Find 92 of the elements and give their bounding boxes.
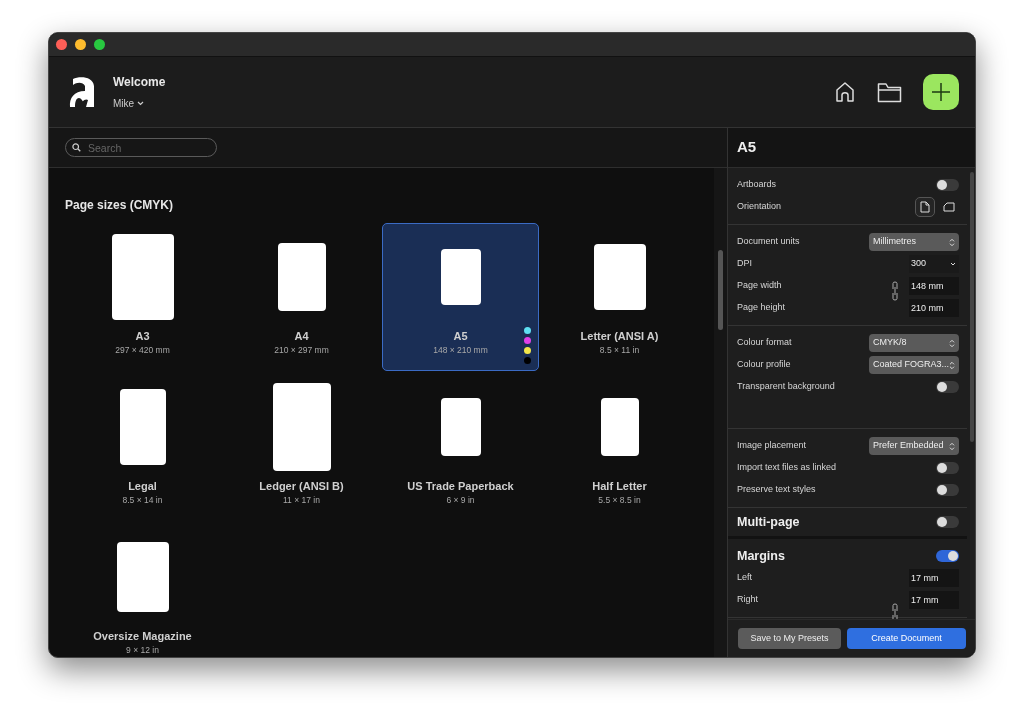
setting-label: Import text files as linked (737, 461, 837, 475)
preset-card[interactable]: A5 148 × 210 mm (382, 223, 539, 371)
preset-size: 8.5 × 14 in (122, 494, 163, 506)
preset-name: US Trade Paperback (407, 480, 514, 493)
value-field[interactable]: 17 mm (909, 591, 959, 609)
toggle-switch[interactable] (936, 550, 959, 562)
setting-label: Colour profile (737, 358, 791, 372)
page-thumbnail (593, 244, 646, 310)
setting-label: Transparent background (737, 380, 835, 394)
preset-card[interactable]: Half Letter 5.5 × 8.5 in (541, 373, 698, 521)
stepper-icon (949, 237, 955, 247)
chevron-icon (137, 101, 145, 106)
preset-size: 9 × 12 in (126, 644, 159, 656)
page-thumbnail (277, 243, 326, 311)
preset-name: A5 (453, 330, 468, 343)
preset-size: 8.5 × 11 in (599, 344, 640, 356)
preset-name: Ledger (ANSI B) (259, 480, 344, 493)
stepper-icon (949, 338, 955, 348)
setting-label: DPI (737, 257, 752, 271)
value-field[interactable]: 210 mm (909, 299, 959, 317)
select-dropdown[interactable]: 300 (909, 255, 959, 273)
setting-label: Colour format (737, 336, 792, 350)
close-icon[interactable] (56, 39, 67, 50)
setting-label: Artboards (737, 178, 777, 192)
preset-card[interactable]: A3 297 × 420 mm (64, 223, 221, 371)
logo-icon (69, 76, 97, 108)
select-dropdown[interactable]: Millimetres (869, 233, 959, 251)
preset-name: A4 (294, 330, 309, 343)
portrait-button[interactable] (915, 197, 935, 217)
page-thumbnail (116, 542, 169, 612)
value-field[interactable]: 17 mm (909, 569, 959, 587)
preset-card[interactable]: Letter (ANSI A) 8.5 × 11 in (541, 223, 698, 371)
user-menu[interactable]: Mike (113, 96, 166, 111)
setting-label: Left (737, 571, 752, 585)
setting-label: Page width (737, 279, 782, 293)
select-dropdown[interactable]: Prefer Embedded (869, 437, 959, 455)
preset-size: 210 × 297 mm (274, 344, 329, 356)
toggle-switch[interactable] (936, 462, 959, 474)
toggle-switch[interactable] (936, 179, 959, 191)
setting-label: Preserve text styles (737, 483, 816, 497)
setting-label: Page height (737, 301, 786, 315)
new-document-button[interactable] (923, 74, 959, 110)
preset-name: Half Letter (592, 480, 647, 493)
search-field[interactable]: Search (65, 138, 217, 157)
preset-name: Oversize Magazine (93, 630, 192, 643)
select-dropdown[interactable]: Coated FOGRA3... (869, 356, 959, 374)
section-title: Margins (737, 547, 785, 565)
toggle-switch[interactable] (936, 484, 959, 496)
chevron-icon (950, 262, 956, 266)
portrait-icon (920, 201, 930, 213)
save-button[interactable]: Save to My Presets (738, 628, 841, 649)
select-dropdown[interactable]: CMYK/8 (869, 334, 959, 352)
preset-name: A3 (135, 330, 150, 343)
landscape-icon (943, 202, 955, 212)
stepper-icon (949, 441, 955, 451)
scrollbar[interactable] (718, 250, 723, 330)
setting-label: Document units (737, 235, 800, 249)
welcome-title: Welcome (113, 74, 166, 91)
preset-card[interactable]: Oversize Magazine 9 × 12 in (64, 523, 221, 657)
scrollbar[interactable] (970, 172, 974, 442)
search-icon (72, 143, 81, 152)
toggle-switch[interactable] (936, 516, 959, 528)
setting-label: Image placement (737, 439, 807, 453)
preset-card[interactable]: A4 210 × 297 mm (223, 223, 380, 371)
page-thumbnail (440, 249, 481, 305)
folder-icon[interactable] (877, 81, 902, 103)
preset-name: Legal (128, 480, 157, 493)
preset-card[interactable]: Ledger (ANSI B) 11 × 17 in (223, 373, 380, 521)
preset-size: 148 × 210 mm (433, 344, 488, 356)
section-title: Multi-page (737, 513, 800, 531)
value-field[interactable]: 148 mm (909, 277, 959, 295)
setting-label: Orientation (737, 200, 782, 214)
preset-name: Letter (ANSI A) (580, 330, 659, 343)
preset-size: 5.5 × 8.5 in (598, 494, 641, 506)
page-thumbnail (440, 398, 481, 456)
link-icon[interactable] (891, 281, 899, 301)
preset-size: 297 × 420 mm (115, 344, 170, 356)
zoom-icon[interactable] (94, 39, 105, 50)
plus-icon (931, 82, 951, 102)
minimize-icon[interactable] (75, 39, 86, 50)
home-icon[interactable] (834, 81, 856, 103)
preset-card[interactable]: Legal 8.5 × 14 in (64, 373, 221, 521)
create-button[interactable]: Create Document (847, 628, 966, 649)
section-heading: Page sizes (CMYK) (65, 197, 175, 213)
preset-size: 6 × 9 in (446, 494, 475, 506)
preset-size: 11 × 17 in (283, 494, 320, 506)
toggle-switch[interactable] (936, 381, 959, 393)
preset-card[interactable]: US Trade Paperback 6 × 9 in (382, 373, 539, 521)
setting-label: Right (737, 593, 758, 607)
stepper-icon (949, 360, 955, 370)
link-icon[interactable] (891, 603, 899, 619)
page-thumbnail (600, 398, 639, 456)
